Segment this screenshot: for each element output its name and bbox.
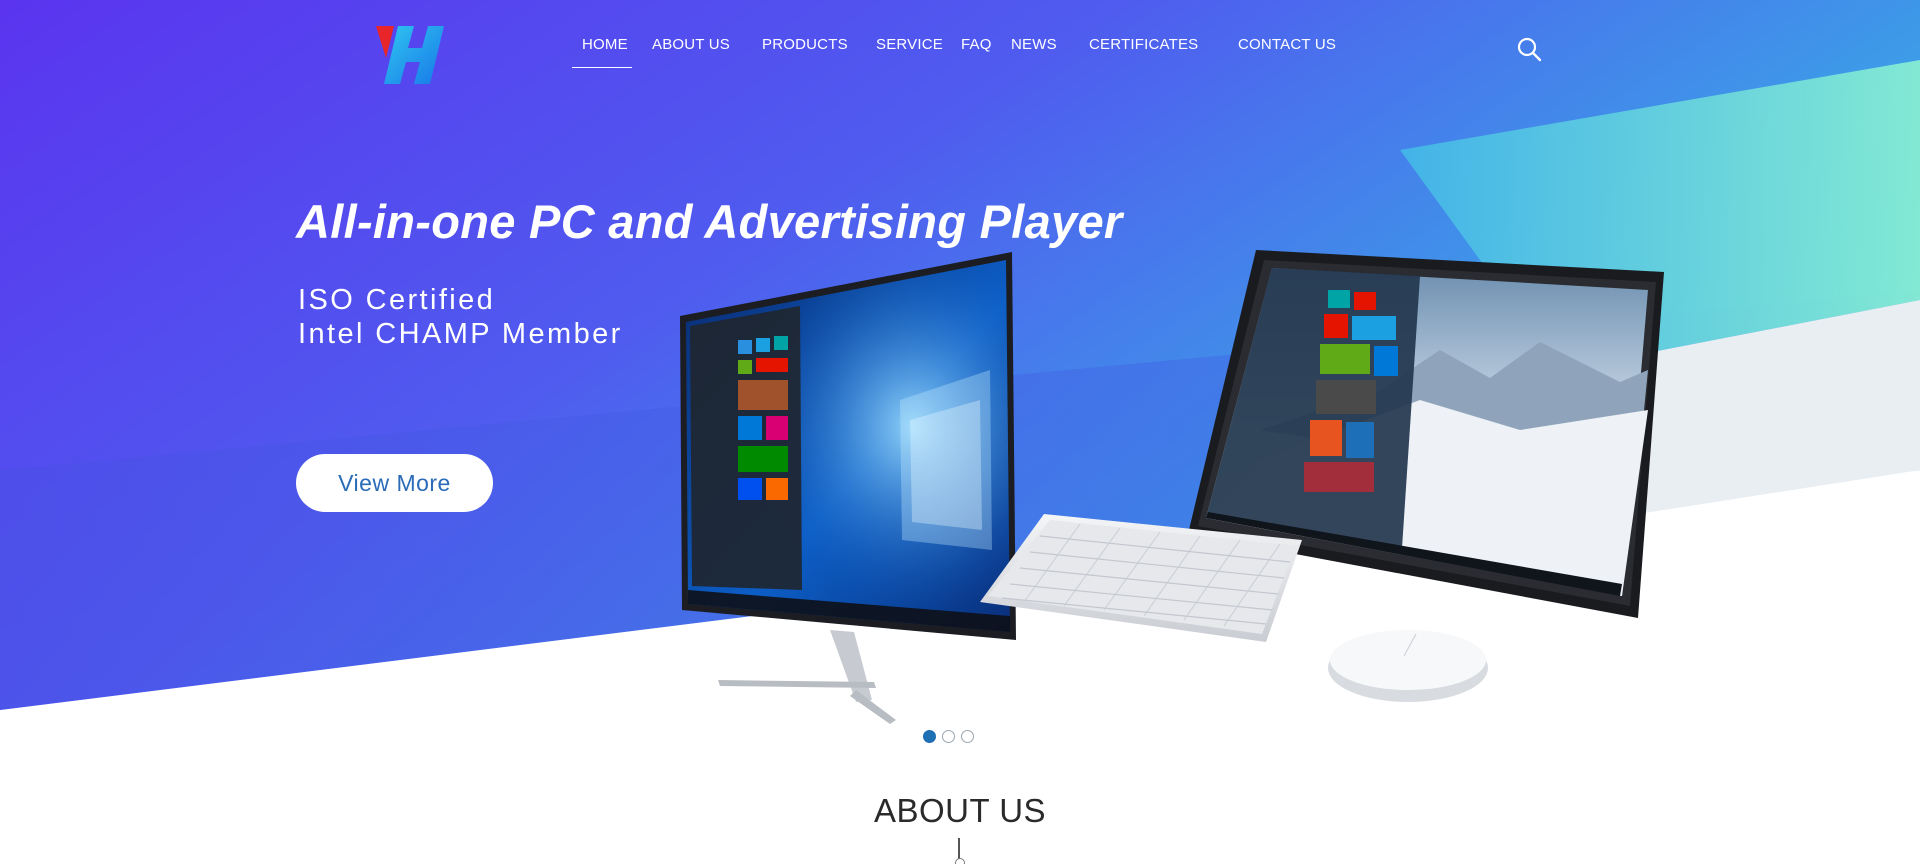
product-image <box>680 250 1664 724</box>
carousel-dot-2[interactable] <box>942 730 955 743</box>
hero-title: All-in-one PC and Advertising Player <box>296 195 1123 248</box>
hero-subtitle-line1: ISO Certified <box>298 284 496 316</box>
about-divider <box>958 838 960 860</box>
about-divider-dot <box>955 858 965 864</box>
carousel-dot-1[interactable] <box>923 730 936 743</box>
nav-certificates[interactable]: CERTIFICATES <box>1089 36 1198 53</box>
nav-faq[interactable]: FAQ <box>961 36 992 53</box>
nav-home[interactable]: HOME <box>582 36 628 53</box>
search-icon[interactable] <box>1516 36 1542 62</box>
about-us-heading: ABOUT US <box>873 792 1047 829</box>
monitor-image <box>680 252 1016 724</box>
nav-contact-us[interactable]: CONTACT US <box>1238 36 1336 53</box>
nav-about-us[interactable]: ABOUT US <box>652 36 730 53</box>
brand-logo[interactable] <box>372 22 464 88</box>
nav-products[interactable]: PRODUCTS <box>762 36 848 53</box>
site-header: HOME ABOUT US PRODUCTS SERVICE FAQ NEWS … <box>0 0 1920 96</box>
view-more-button[interactable]: View More <box>296 454 493 512</box>
nav-active-indicator <box>572 67 632 68</box>
mouse-image <box>1328 630 1488 702</box>
hero-subtitle-line2: Intel CHAMP Member <box>298 318 623 350</box>
nav-news[interactable]: NEWS <box>1011 36 1057 53</box>
nav-service[interactable]: SERVICE <box>876 36 943 53</box>
home-page: HOME ABOUT US PRODUCTS SERVICE FAQ NEWS … <box>0 0 1920 864</box>
carousel-dot-3[interactable] <box>961 730 974 743</box>
